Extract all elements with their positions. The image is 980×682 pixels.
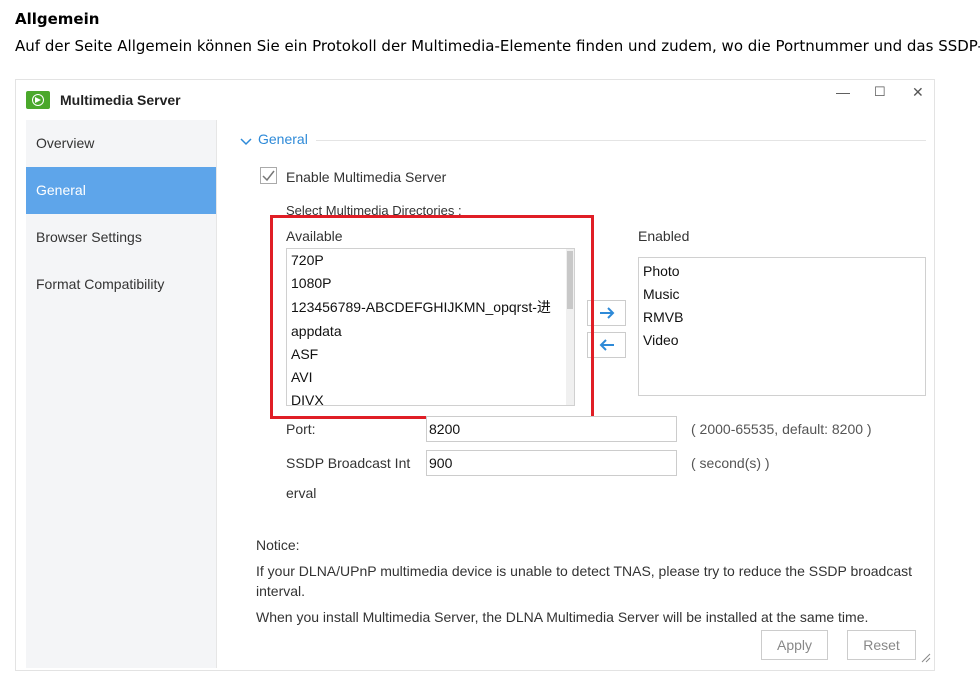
port-label: Port:	[286, 421, 316, 437]
arrow-right-icon	[599, 307, 614, 319]
doc-heading: Allgemein	[15, 10, 100, 28]
resize-grip-icon[interactable]	[921, 648, 931, 667]
doc-paragraph: Auf der Seite Allgemein können Sie ein P…	[15, 37, 980, 55]
list-item[interactable]: RMVB	[639, 306, 925, 329]
chevron-down-icon[interactable]	[240, 132, 252, 151]
notice-title: Notice:	[256, 537, 300, 553]
available-label: Available	[286, 228, 343, 244]
port-input[interactable]: 8200	[426, 416, 677, 442]
scroll-thumb[interactable]	[567, 251, 573, 309]
notice-line: If your DLNA/UPnP multimedia device is u…	[256, 563, 913, 579]
section-title-general[interactable]: General	[258, 131, 308, 147]
port-hint: ( 2000-65535, default: 8200 )	[691, 421, 872, 437]
move-right-button[interactable]	[587, 300, 626, 326]
maximize-button[interactable]: ☐	[874, 84, 886, 100]
list-item[interactable]: 720P	[287, 249, 574, 272]
close-button[interactable]: ✕	[912, 84, 924, 101]
list-item[interactable]: Music	[639, 283, 925, 306]
arrow-left-icon	[599, 339, 614, 351]
available-list[interactable]: 720P 1080P 123456789-ABCDEFGHIJKMN_opqrs…	[286, 248, 575, 406]
list-item[interactable]: appdata	[287, 320, 574, 343]
notice-line: When you install Multimedia Server, the …	[256, 609, 869, 625]
move-left-button[interactable]	[587, 332, 626, 358]
list-item[interactable]: Photo	[639, 260, 925, 283]
ssdp-input[interactable]: 900	[426, 450, 677, 476]
enable-checkbox[interactable]	[260, 167, 277, 184]
app-window: Multimedia Server — ☐ ✕ Overview General…	[15, 79, 935, 671]
title-bar: Multimedia Server — ☐ ✕	[16, 80, 934, 120]
list-item[interactable]: 123456789-ABCDEFGHIJKMN_opqrst-进	[287, 295, 574, 320]
ssdp-label: SSDP Broadcast Int	[286, 455, 411, 471]
sidebar-item-overview[interactable]: Overview	[26, 120, 216, 167]
ssdp-hint: ( second(s) )	[691, 455, 770, 471]
list-item[interactable]: DIVX	[287, 389, 574, 405]
minimize-button[interactable]: —	[836, 84, 850, 100]
enabled-list[interactable]: Photo Music RMVB Video	[638, 257, 926, 396]
check-icon	[262, 170, 275, 182]
play-icon	[26, 91, 50, 109]
list-item[interactable]: Video	[639, 329, 925, 352]
sidebar-item-format-compatibility[interactable]: Format Compatibility	[26, 261, 216, 308]
select-dirs-label: Select Multimedia Directories :	[286, 203, 462, 218]
enable-label: Enable Multimedia Server	[286, 169, 447, 185]
ssdp-label-cont: erval	[286, 485, 317, 501]
sidebar: Overview General Browser Settings Format…	[26, 120, 217, 668]
section-divider	[316, 140, 926, 141]
window-title: Multimedia Server	[60, 92, 181, 108]
sidebar-item-browser-settings[interactable]: Browser Settings	[26, 214, 216, 261]
list-item[interactable]: 1080P	[287, 272, 574, 295]
reset-button[interactable]: Reset	[847, 630, 916, 660]
enabled-label: Enabled	[638, 228, 690, 244]
notice-line: interval.	[256, 583, 306, 599]
apply-button[interactable]: Apply	[761, 630, 828, 660]
scrollbar[interactable]	[566, 249, 574, 405]
list-item[interactable]: ASF	[287, 343, 574, 366]
sidebar-item-general[interactable]: General	[26, 167, 216, 214]
list-item[interactable]: AVI	[287, 366, 574, 389]
